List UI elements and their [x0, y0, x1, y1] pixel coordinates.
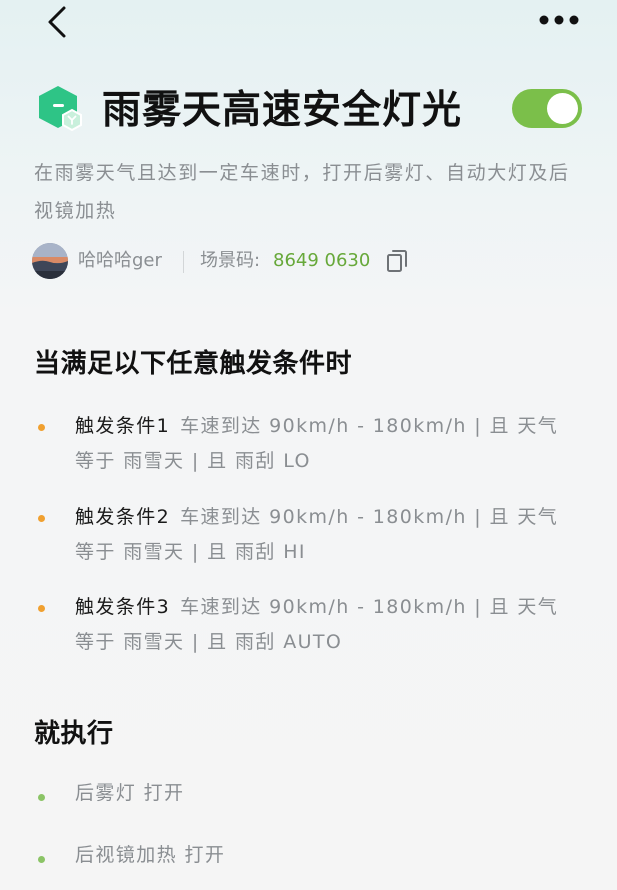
more-button[interactable]	[534, 6, 584, 34]
author-name[interactable]: 哈哈哈ger	[78, 248, 162, 274]
trigger-name: 触发条件2	[75, 506, 171, 528]
action-item-2[interactable]: 后视镜加热 打开	[75, 840, 225, 870]
scene-description: 在雨雾天气且达到一定车速时，打开后雾灯、自动大灯及后视镜加热	[34, 162, 570, 222]
action-bullet	[38, 856, 45, 863]
scene-code-value: 8649 0630	[273, 250, 371, 271]
trigger-item-3[interactable]: 触发条件3 车速到达 90km/h - 180km/h | 且 天气 等于 雨雪天…	[75, 590, 575, 660]
scene-hexagon-icon	[34, 84, 86, 136]
user-avatar[interactable]	[32, 243, 68, 279]
trigger-bullet	[38, 605, 45, 612]
trigger-name: 触发条件1	[75, 415, 171, 437]
trigger-bullet	[38, 424, 45, 431]
trigger-name: 触发条件3	[75, 596, 171, 618]
back-button[interactable]	[38, 2, 78, 42]
chevron-left-icon	[48, 6, 66, 38]
copy-scene-code-button[interactable]	[386, 249, 408, 273]
trigger-item-2[interactable]: 触发条件2 车速到达 90km/h - 180km/h | 且 天气 等于 雨雪天…	[75, 500, 575, 570]
divider	[183, 251, 184, 273]
copy-icon	[387, 250, 407, 272]
scene-enable-toggle[interactable]	[512, 89, 582, 128]
actions-heading: 就执行	[34, 719, 114, 749]
trigger-bullet	[38, 515, 45, 522]
toggle-knob	[547, 93, 578, 124]
triggers-heading: 当满足以下任意触发条件时	[34, 349, 353, 379]
page-title: 雨雾天高速安全灯光	[102, 87, 463, 133]
action-item-1[interactable]: 后雾灯 打开	[75, 778, 184, 808]
scene-code-label: 场景码:	[200, 250, 261, 271]
action-bullet	[38, 794, 45, 801]
trigger-item-1[interactable]: 触发条件1 车速到达 90km/h - 180km/h | 且 天气 等于 雨雪天…	[75, 409, 575, 479]
more-horizontal-icon	[539, 15, 579, 25]
